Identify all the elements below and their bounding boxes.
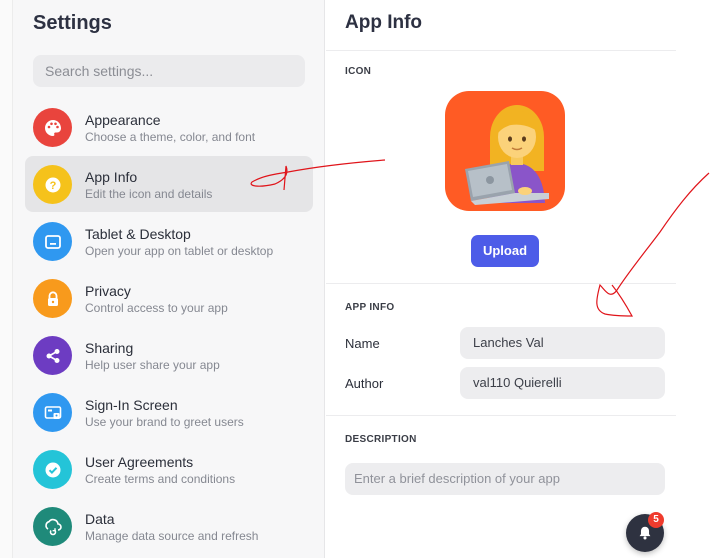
sidebar-title: Settings xyxy=(33,12,112,34)
author-field[interactable]: val110 Quierelli xyxy=(460,367,665,399)
sidebar-item-subtitle: Edit the icon and details xyxy=(85,187,213,201)
sidebar-item-subtitle: Create terms and conditions xyxy=(85,472,236,486)
woman-technologist-icon[interactable] xyxy=(445,91,565,211)
sidebar-item-title: Sign-In Screen xyxy=(85,397,178,413)
description-section-label: DESCRIPTION xyxy=(345,434,417,445)
sidebar-item-title: User Agreements xyxy=(85,454,194,470)
author-label: Author xyxy=(345,376,384,391)
settings-sidebar: Settings Search settings... Appearance C… xyxy=(13,0,325,558)
share-icon xyxy=(33,336,72,375)
left-edge-strip xyxy=(0,0,13,558)
divider xyxy=(326,50,676,51)
sidebar-item-title: Privacy xyxy=(85,283,131,299)
sidebar-item-sign-in-screen[interactable]: Sign-In Screen Use your brand to greet u… xyxy=(25,384,313,440)
palette-icon xyxy=(33,108,72,147)
sidebar-item-subtitle: Manage data source and refresh xyxy=(85,529,259,543)
sidebar-item-title: App Info xyxy=(85,169,138,185)
question-icon: ? xyxy=(33,165,72,204)
sidebar-item-subtitle: Open your app on tablet or desktop xyxy=(85,244,274,258)
data-refresh-icon xyxy=(33,507,72,546)
sidebar-item-title: Data xyxy=(85,511,115,527)
check-icon xyxy=(33,450,72,489)
page-title: App Info xyxy=(345,12,423,33)
tablet-icon xyxy=(33,222,72,261)
search-input[interactable]: Search settings... xyxy=(33,55,305,87)
notification-badge: 5 xyxy=(648,512,664,528)
sidebar-item-subtitle: Choose a theme, color, and font xyxy=(85,130,256,144)
sidebar-item-title: Tablet & Desktop xyxy=(85,226,191,242)
sidebar-item-subtitle: Use your brand to greet users xyxy=(85,415,244,429)
app-info-panel: App Info ICON Upload APP INFO Name Lanch… xyxy=(326,0,676,558)
description-field[interactable]: Enter a brief description of your app xyxy=(345,463,665,495)
sidebar-item-tablet-desktop[interactable]: Tablet & Desktop Open your app on tablet… xyxy=(25,213,313,269)
sidebar-item-title: Sharing xyxy=(85,340,134,356)
sidebar-item-app-info[interactable]: ? App Info Edit the icon and details xyxy=(25,156,313,212)
lock-icon xyxy=(33,279,72,318)
upload-button[interactable]: Upload xyxy=(471,235,539,267)
sidebar-item-data[interactable]: Data Manage data source and refresh xyxy=(25,498,313,554)
name-field[interactable]: Lanches Val xyxy=(460,327,665,359)
sidebar-item-subtitle: Help user share your app xyxy=(85,358,220,372)
divider xyxy=(326,415,676,416)
sidebar-item-privacy[interactable]: Privacy Control access to your app xyxy=(25,270,313,326)
sidebar-item-title: Appearance xyxy=(85,112,161,128)
icon-section-label: ICON xyxy=(345,66,372,77)
signin-screen-icon xyxy=(33,393,72,432)
svg-text:?: ? xyxy=(49,180,56,192)
divider xyxy=(326,283,676,284)
sidebar-item-sharing[interactable]: Sharing Help user share your app xyxy=(25,327,313,383)
sidebar-item-user-agreements[interactable]: User Agreements Create terms and conditi… xyxy=(25,441,313,497)
sidebar-item-appearance[interactable]: Appearance Choose a theme, color, and fo… xyxy=(25,99,313,155)
app-info-section-label: APP INFO xyxy=(345,302,395,313)
name-label: Name xyxy=(345,336,380,351)
sidebar-item-subtitle: Control access to your app xyxy=(85,301,228,315)
